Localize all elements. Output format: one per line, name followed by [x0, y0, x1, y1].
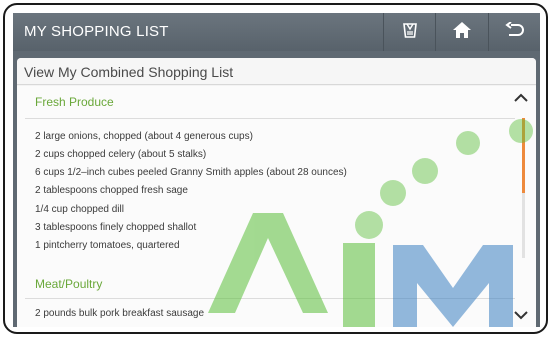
list-item[interactable]: 6 cups 1/2–inch cubes peeled Granny Smit…: [35, 167, 347, 178]
shopping-list-panel: View My Combined Shopping List Fresh Pro…: [17, 58, 536, 327]
chevron-up-icon: [513, 90, 529, 108]
top-bar: MY SHOPPING LIST: [13, 13, 540, 51]
panel-header: View My Combined Shopping List: [17, 58, 536, 85]
list-item[interactable]: 2 cups chopped celery (about 5 stalks): [35, 149, 206, 160]
back-icon: [504, 20, 525, 43]
section-divider: [25, 118, 515, 119]
chevron-down-icon: [513, 307, 529, 325]
list-item[interactable]: 2 tablespoons chopped fresh sage: [35, 185, 188, 196]
home-button[interactable]: [435, 13, 487, 51]
back-button[interactable]: [488, 13, 540, 51]
list-item[interactable]: 1/4 cup chopped dill: [35, 204, 124, 215]
list-item[interactable]: 2 pounds bulk pork breakfast sausage: [35, 308, 204, 319]
home-icon: [452, 21, 472, 44]
shopping-list-button[interactable]: [383, 13, 435, 51]
scrollbar-thumb[interactable]: [522, 118, 525, 193]
section-label-meat-poultry: Meat/Poultry: [35, 277, 103, 291]
shopping-list[interactable]: Fresh Produce 2 large onions, chopped (a…: [17, 86, 536, 327]
panel-title: View My Combined Shopping List: [24, 64, 234, 80]
list-item[interactable]: 3 tablespoons finely chopped shallot: [35, 222, 196, 233]
cart-icon: [402, 21, 418, 44]
list-item[interactable]: 1 pintcherry tomatoes, quartered: [35, 240, 180, 251]
section-divider: [25, 298, 515, 299]
scroll-up-button[interactable]: [511, 92, 531, 106]
scroll-down-button[interactable]: [511, 309, 531, 323]
section-label-fresh-produce: Fresh Produce: [35, 95, 114, 109]
app-screen: MY SHOPPING LIST View My Combined Shoppi…: [13, 13, 540, 327]
page-title: MY SHOPPING LIST: [24, 23, 169, 40]
list-item[interactable]: 2 large onions, chopped (about 4 generou…: [35, 131, 253, 142]
device-frame: MY SHOPPING LIST View My Combined Shoppi…: [3, 3, 548, 334]
